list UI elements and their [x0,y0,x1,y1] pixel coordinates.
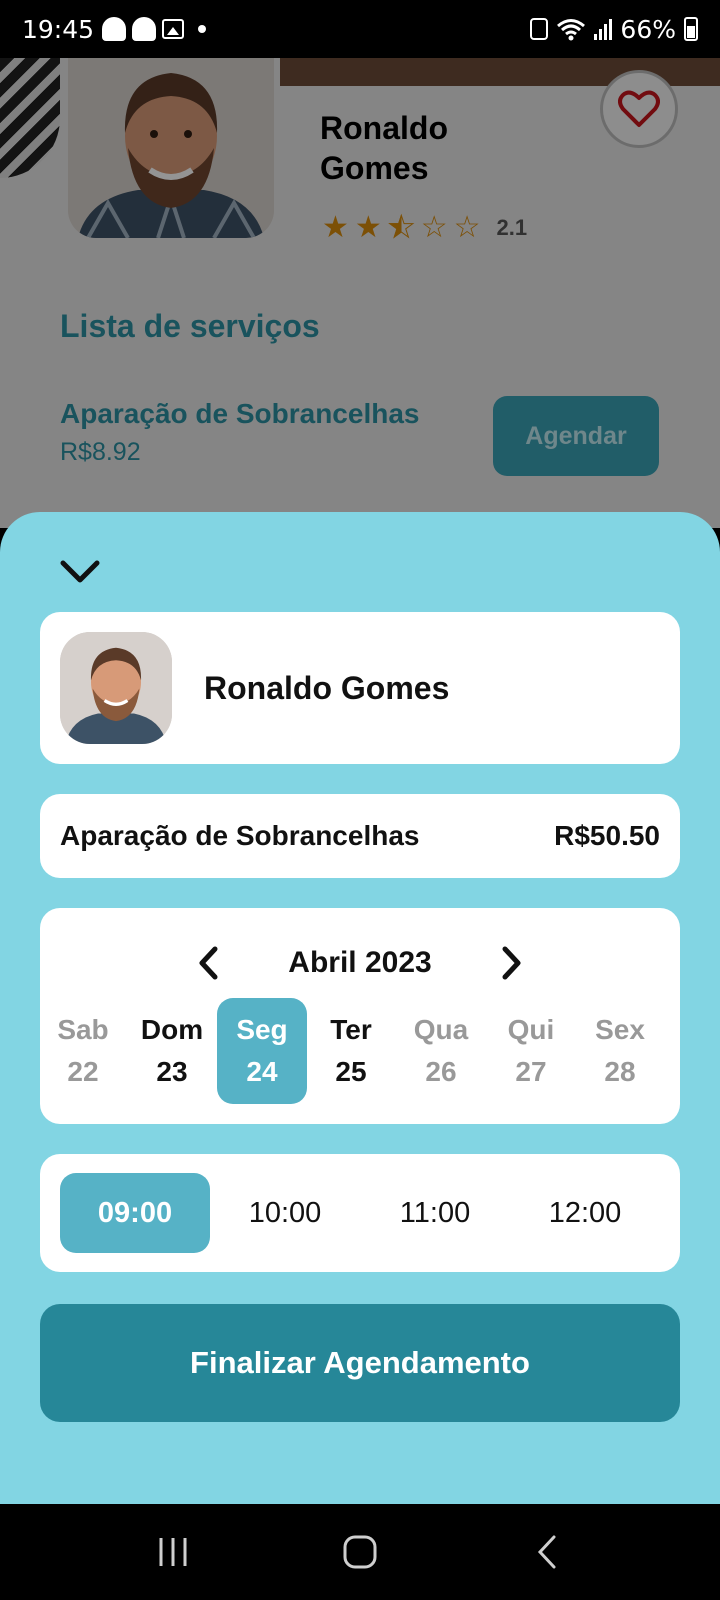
time-slot[interactable]: 09:00 [60,1173,210,1253]
back-button[interactable] [517,1522,577,1582]
battery-percent: 66% [620,14,676,44]
month-label: Abril 2023 [288,946,432,979]
time-slot[interactable]: 11:00 [360,1173,510,1253]
avatar [60,632,172,744]
day-number: 27 [515,1056,547,1087]
chevron-right-icon [502,946,521,980]
selected-service-price: R$50.50 [554,820,660,851]
day-number: 28 [604,1056,636,1087]
recent-apps-button[interactable] [143,1522,203,1582]
signal-icon [594,18,613,40]
day-name: Seg [236,1014,288,1045]
day-option[interactable]: Seg 24 [217,998,307,1104]
day-number: 23 [156,1056,188,1087]
day-option[interactable]: Sex 28 [575,998,665,1104]
selected-barber-name: Ronaldo Gomes [204,669,450,706]
day-option[interactable]: Ter 25 [306,998,396,1104]
day-number: 26 [425,1056,457,1087]
day-option[interactable]: Qui 27 [486,998,576,1104]
day-name: Ter [330,1014,372,1045]
booking-sheet: Ronaldo Gomes Aparação de Sobrancelhas R… [0,512,720,1504]
home-button[interactable] [330,1522,390,1582]
collapse-sheet-button[interactable] [56,552,104,592]
selected-service-card: Aparação de Sobrancelhas R$50.50 [40,794,680,878]
selected-service-name: Aparação de Sobrancelhas [60,820,420,851]
chevron-left-icon [199,946,218,980]
date-picker: Abril 2023 Sab 22 Dom 23 Seg 24 Ter 25 Qua 26… [40,908,680,1124]
chevron-down-icon [60,560,100,583]
day-option[interactable]: Sab 22 [38,998,128,1104]
next-month-button[interactable] [490,941,534,985]
day-name: Qua [413,1014,469,1045]
status-time: 19:45 [22,14,95,44]
day-number: 24 [246,1056,278,1087]
modal-scrim[interactable] [0,58,720,528]
snapchat-icon [132,17,157,41]
more-notifications-icon [198,25,207,33]
day-option[interactable]: Dom 23 [127,998,217,1104]
previous-month-button[interactable] [186,941,230,985]
day-option[interactable]: Qua 26 [396,998,486,1104]
day-name: Dom [140,1014,204,1045]
battery-icon [684,17,698,41]
gallery-icon [162,19,185,39]
finish-booking-button[interactable]: Finalizar Agendamento [40,1304,680,1422]
barber-card: Ronaldo Gomes [40,612,680,764]
day-name: Sab [57,1014,109,1045]
day-name: Qui [507,1014,555,1045]
time-slot[interactable]: 12:00 [510,1173,660,1253]
day-name: Sex [595,1014,645,1045]
recent-apps-icon [159,1538,187,1566]
snapchat-icon [102,17,127,41]
wifi-icon [557,19,586,41]
day-number: 25 [335,1056,367,1087]
battery-saver-icon [530,18,549,40]
status-bar: 19:45 66% [0,0,720,58]
home-icon [343,1535,377,1569]
back-icon [537,1535,556,1569]
time-slot[interactable]: 10:00 [210,1173,360,1253]
day-number: 22 [67,1056,99,1087]
time-picker: 09:00 10:00 11:00 12:00 [40,1154,680,1272]
month-header: Abril 2023 [40,938,680,988]
system-nav-bar [0,1504,720,1600]
days-row: Sab 22 Dom 23 Seg 24 Ter 25 Qua 26 Qui 27 Sex 2… [40,998,680,1108]
